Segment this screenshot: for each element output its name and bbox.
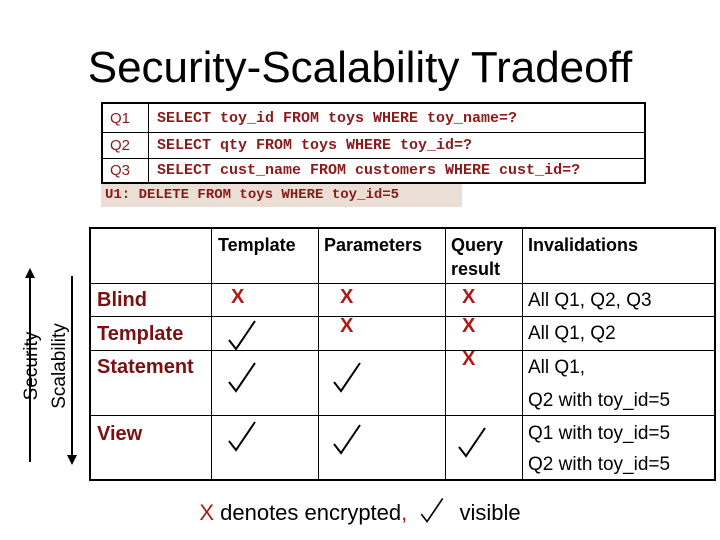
header-template: Template [218, 235, 296, 255]
invalidation-text: Q1 with toy_id=5 [528, 423, 671, 444]
invalidation-text: All Q1, [528, 357, 586, 378]
visible-check-icon [333, 362, 361, 393]
query-table: Q1 SELECT toy_id FROM toys WHERE toy_nam… [101, 102, 646, 184]
invalidation-text: Q2 with toy_id=5 [528, 454, 671, 475]
legend-encrypted-text: denotes encrypted [214, 500, 402, 525]
visible-check-icon [228, 421, 256, 452]
scalability-label: Scalability [49, 323, 70, 409]
visible-check-icon [228, 320, 256, 351]
visible-check-icon [421, 498, 444, 523]
query-row-q3: Q3 SELECT cust_name FROM customers WHERE… [103, 158, 644, 182]
divider [211, 229, 212, 479]
visible-check-icon [458, 427, 486, 458]
invalidation-text: All Q1, Q2, Q3 [528, 290, 652, 311]
row-label-blind: Blind [97, 289, 147, 311]
invalidation-text: Q2 with toy_id=5 [528, 390, 671, 411]
query-row-q2: Q2 SELECT qty FROM toys WHERE toy_id=? [103, 132, 644, 159]
encrypted-x-icon: X [231, 286, 245, 308]
legend-comma: , [401, 500, 408, 525]
invalidation-text: All Q1, Q2 [528, 323, 616, 344]
row-label-template: Template [97, 323, 184, 345]
header-parameters: Parameters [324, 235, 423, 255]
security-label: Security [21, 331, 42, 401]
header-query-result: Query result [451, 233, 503, 281]
query-sql: SELECT toy_id FROM toys WHERE toy_name=? [157, 109, 518, 127]
legend-visible-text: visible [459, 500, 521, 525]
encrypted-x-icon: X [462, 348, 476, 370]
axis-arrows [25, 268, 77, 465]
encrypted-x-icon: X [199, 500, 215, 525]
encrypted-x-icon: X [340, 286, 354, 308]
query-id: Q3 [103, 158, 149, 182]
slide-title: Security-Scalability Tradeoff [87, 43, 633, 92]
visible-check-icon [228, 362, 256, 393]
encrypted-x-icon: X [340, 315, 354, 337]
update-statement: U1: DELETE FROM toys WHERE toy_id=5 [101, 184, 462, 207]
divider [318, 229, 319, 479]
row-label-statement: Statement [97, 356, 194, 378]
query-sql: SELECT qty FROM toys WHERE toy_id=? [157, 136, 473, 154]
header-invalidations: Invalidations [528, 235, 639, 255]
divider [91, 350, 714, 351]
divider [445, 229, 446, 479]
encrypted-x-icon: X [462, 315, 476, 337]
query-id: Q2 [103, 132, 149, 158]
query-id: Q1 [103, 104, 149, 132]
divider [522, 229, 523, 479]
visible-check-icon [333, 424, 361, 455]
legend: X denotes encrypted, visible [0, 496, 720, 526]
query-row-q1: Q1 SELECT toy_id FROM toys WHERE toy_nam… [103, 104, 644, 133]
row-label-view: View [97, 423, 143, 445]
query-sql: SELECT cust_name FROM customers WHERE cu… [157, 161, 581, 179]
header-query-line2: result [451, 259, 501, 279]
tradeoff-table: Template Parameters Query result Invalid… [89, 227, 716, 481]
header-query-line1: Query [451, 235, 504, 255]
encrypted-x-icon: X [462, 286, 476, 308]
